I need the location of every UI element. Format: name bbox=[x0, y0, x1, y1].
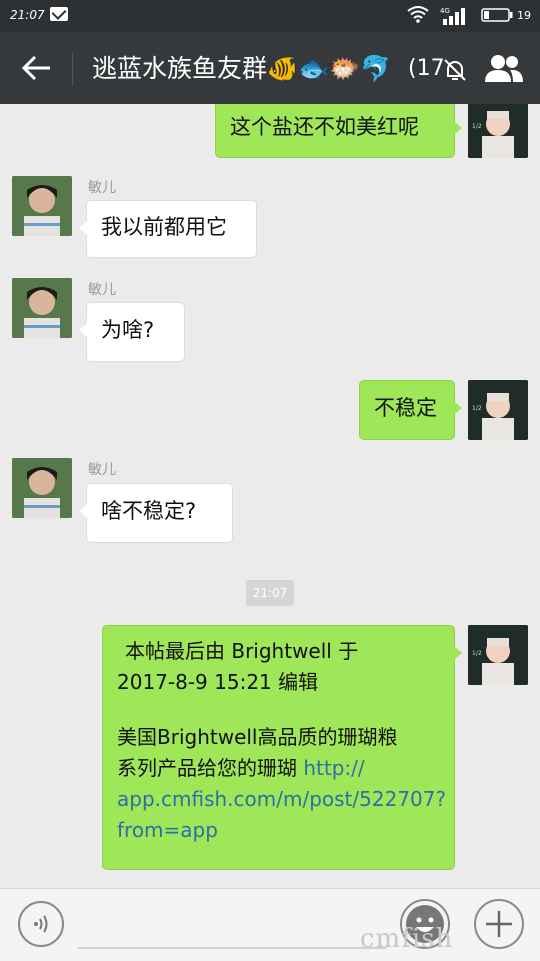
back-arrow-icon[interactable] bbox=[20, 54, 54, 82]
sender-name: 敏儿 bbox=[88, 180, 116, 196]
svg-text:1/2: 1/2 bbox=[472, 650, 482, 657]
sender-name: 敏儿 bbox=[88, 462, 116, 478]
message-text: 不稳定 bbox=[374, 396, 437, 420]
message-line: 2017-8-9 15:21 编辑 bbox=[117, 670, 319, 694]
wifi-icon bbox=[407, 6, 429, 23]
group-title: 逃蓝水族鱼友群🐠🐟🐡🐬 bbox=[92, 54, 392, 83]
sender-avatar[interactable] bbox=[12, 458, 72, 518]
message-bubble[interactable]: 我以前都用它 bbox=[79, 200, 257, 258]
input-bar bbox=[0, 888, 540, 961]
mute-bell-icon bbox=[444, 59, 466, 81]
member-count: (17 bbox=[408, 56, 445, 81]
message-bubble[interactable]: 为啥? bbox=[79, 302, 185, 362]
message-text: 啥不稳定? bbox=[101, 499, 197, 523]
header-divider bbox=[72, 52, 73, 86]
my-avatar[interactable]: 1/2 bbox=[468, 380, 528, 440]
sender-avatar[interactable] bbox=[12, 278, 72, 338]
my-avatar[interactable]: 1/2 bbox=[468, 104, 528, 158]
battery-icon bbox=[481, 8, 513, 22]
message-text: 我以前都用它 bbox=[101, 215, 227, 239]
group-members-icon[interactable] bbox=[482, 52, 526, 84]
message-line: 系列产品给您的珊瑚 bbox=[117, 756, 297, 780]
voice-icon[interactable] bbox=[18, 901, 64, 947]
network-type: 4G bbox=[440, 7, 450, 15]
message-bubble[interactable]: 这个盐还不如美红呢 bbox=[215, 104, 462, 158]
chat-header: 逃蓝水族鱼友群🐠🐟🐡🐬 (17 bbox=[0, 32, 540, 104]
message-line: 美国Brightwell高品质的珊瑚粮 bbox=[117, 725, 398, 749]
status-bar: 21:07 4G 19 bbox=[0, 0, 540, 32]
message-bubble[interactable]: 本帖最后由 Brightwell 于 2017-8-9 15:21 编辑 美国B… bbox=[102, 625, 462, 870]
svg-text:1/2: 1/2 bbox=[472, 123, 482, 130]
my-avatar[interactable]: 1/2 bbox=[468, 625, 528, 685]
mail-icon bbox=[50, 7, 68, 21]
time-divider: 21:07 bbox=[246, 580, 294, 606]
signal-icon: 4G bbox=[440, 7, 465, 25]
message-input[interactable] bbox=[78, 947, 386, 949]
chat-area[interactable]: 1/2 这个盐还不如美红呢 敏儿 我以前都用它 敏儿 为啥? 1/2 不稳定 敏… bbox=[0, 104, 540, 888]
sender-avatar[interactable] bbox=[12, 176, 72, 236]
post-link[interactable]: http:// bbox=[303, 756, 364, 780]
sender-name: 敏儿 bbox=[88, 282, 116, 298]
message-bubble[interactable]: 不稳定 bbox=[359, 380, 462, 440]
message-bubble[interactable]: 啥不稳定? bbox=[79, 483, 233, 543]
post-link[interactable]: app.cmfish.com/m/post/522707? bbox=[117, 784, 446, 815]
watermark: cmfish bbox=[360, 924, 454, 954]
message-text: 为啥? bbox=[101, 318, 155, 342]
message-text: 这个盐还不如美红呢 bbox=[230, 115, 419, 139]
svg-text:1/2: 1/2 bbox=[472, 405, 482, 412]
message-line: 本帖最后由 Brightwell 于 bbox=[125, 639, 359, 663]
post-link[interactable]: from=app bbox=[117, 815, 440, 846]
plus-icon[interactable] bbox=[474, 899, 524, 949]
status-time: 21:07 bbox=[10, 8, 45, 22]
battery-level: 19 bbox=[517, 9, 531, 22]
